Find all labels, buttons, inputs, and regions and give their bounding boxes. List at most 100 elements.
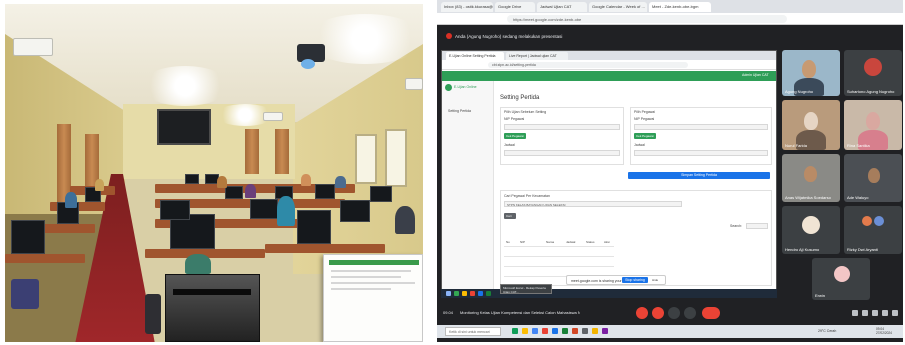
desk xyxy=(265,244,385,253)
participant-name: Ade Waluyo xyxy=(847,195,869,200)
participant-tile[interactable]: Nurul Farida xyxy=(782,100,840,150)
info-icon[interactable] xyxy=(852,310,858,316)
clock-date: 27/02/2024 xyxy=(876,331,892,335)
air-conditioner xyxy=(405,78,423,90)
weather-widget[interactable]: 29°C Cerah xyxy=(818,329,836,333)
printer xyxy=(165,274,260,342)
camera-off-icon[interactable] xyxy=(652,307,664,319)
printer-slot xyxy=(173,289,251,295)
computer-monitor xyxy=(340,200,370,222)
participant-tile[interactable]: Rina Santika xyxy=(844,100,902,150)
participant-tile[interactable]: Erwin xyxy=(812,258,870,300)
participant-avatar xyxy=(874,216,884,226)
curtain xyxy=(245,129,259,174)
sidebar-item-setting: Setting Pertida xyxy=(448,109,471,113)
app-header-user: Admin Ujian CAT xyxy=(742,73,769,77)
app-header-bar xyxy=(442,71,776,81)
participant-avatar xyxy=(834,266,850,282)
nip-input xyxy=(634,124,768,130)
schedule-select xyxy=(504,150,620,156)
participant-tile[interactable]: Rizky Dwi Aryanti xyxy=(844,206,902,254)
laptop-screen xyxy=(323,254,423,342)
app-logo-icon xyxy=(445,84,452,91)
table-search-input xyxy=(746,223,768,229)
column-header: Status xyxy=(586,240,595,244)
people-icon[interactable] xyxy=(862,310,868,316)
start-icon xyxy=(446,291,451,296)
desk xyxy=(5,254,85,263)
app-icon[interactable] xyxy=(592,328,598,334)
stop-sharing-button[interactable]: Stop sharing xyxy=(622,277,648,283)
browser-tab[interactable]: Google Calendar - Week of ... xyxy=(589,2,647,12)
participant-face xyxy=(804,166,817,182)
browser-tab-active[interactable]: Meet - Zde-kenb-obe-bgm xyxy=(649,2,711,12)
computer-monitor xyxy=(315,184,335,199)
chat-icon[interactable] xyxy=(872,310,878,316)
participant-name: Suhartono Agung Nugroho xyxy=(847,89,895,94)
participant-avatar xyxy=(802,216,820,234)
browser-tab[interactable]: Jadwal Ujian CAT xyxy=(537,2,587,12)
screen-share-notice: meet.google.com is sharing your screen. xyxy=(566,275,666,285)
participant-tile[interactable]: Agung Nugroho xyxy=(782,50,840,96)
participant-tile[interactable]: Ade Waluyo xyxy=(844,154,902,202)
card-title: Pilih Ujian Sebelum Setting xyxy=(504,110,547,114)
exam-participant xyxy=(95,179,104,191)
search-button: Cari xyxy=(504,213,516,219)
field-label: NIP Pegawai xyxy=(504,117,525,121)
app-icon[interactable] xyxy=(602,328,608,334)
excel-icon xyxy=(486,291,491,296)
wall-tv xyxy=(157,109,211,145)
filter-select: STPN KELAS BAYANGAN UJIAN SELEKSI xyxy=(504,201,682,207)
powerpoint-icon[interactable] xyxy=(572,328,578,334)
excel-icon[interactable] xyxy=(562,328,568,334)
microphone-off-icon[interactable] xyxy=(636,307,648,319)
participant-avatar xyxy=(864,58,882,76)
hide-button[interactable]: Hide xyxy=(652,278,658,282)
laptop-content-line xyxy=(331,276,401,278)
field-label: NIP Pegawai xyxy=(634,117,655,121)
browser-icon xyxy=(470,291,475,296)
captions-icon[interactable] xyxy=(668,307,680,319)
lock-icon[interactable] xyxy=(892,310,898,316)
present-screen-icon[interactable] xyxy=(684,307,696,319)
app-icon[interactable] xyxy=(542,328,548,334)
table-row-divider xyxy=(504,246,614,247)
participant-tile[interactable]: Hendro Aji Kusumo xyxy=(782,206,840,254)
computer-monitor xyxy=(370,186,392,202)
app-icon xyxy=(454,291,459,296)
participant-tile[interactable]: Anas Wijatmika Soedarso xyxy=(782,154,840,202)
projector-lens xyxy=(301,59,315,69)
url-input[interactable]: https://meet.google.com/zde-kenb-obe xyxy=(507,15,787,23)
column-header: Jadwal xyxy=(566,240,576,244)
presenting-icon xyxy=(446,33,452,39)
folder-icon[interactable] xyxy=(522,328,528,334)
chair xyxy=(11,279,39,309)
app-icon[interactable] xyxy=(512,328,518,334)
shared-windows-taskbar xyxy=(441,289,777,298)
browser-icon[interactable] xyxy=(532,328,538,334)
check-employee-button: Cek Pegawai xyxy=(634,133,656,139)
taskbar-search-input[interactable]: Ketik di sini untuk mencari xyxy=(445,327,501,336)
exam-participant xyxy=(301,174,311,186)
participant-face xyxy=(802,60,816,78)
computer-monitor xyxy=(225,186,243,199)
field-label: Jadwal xyxy=(504,143,515,147)
computer-monitor xyxy=(297,210,331,244)
schedule-select xyxy=(634,150,768,156)
participant-name: Anas Wijatmika Soedarso xyxy=(785,195,831,200)
activities-icon[interactable] xyxy=(882,310,888,316)
shared-tab: Live Report | Jadwal ujian CAT xyxy=(506,52,568,60)
participant-tile[interactable]: Suhartono Agung Nugroho xyxy=(844,50,902,96)
word-icon[interactable] xyxy=(552,328,558,334)
end-call-button[interactable] xyxy=(702,307,720,319)
card-title: Pilih Pegawai xyxy=(634,110,656,114)
browser-tab[interactable]: Google Drive xyxy=(495,2,535,12)
curtain xyxy=(275,129,289,174)
app-icon[interactable] xyxy=(582,328,588,334)
shared-tab: E-Ujian Online Setting Pertida xyxy=(446,52,504,60)
browser-tab[interactable]: Inbox (83) - ostik.kkurasa@... xyxy=(441,2,493,12)
folder-icon xyxy=(462,291,467,296)
participant-face xyxy=(866,112,880,130)
exam-participant xyxy=(245,184,256,198)
taskbar-clock[interactable]: 09.04 27/02/2024 xyxy=(876,327,892,335)
